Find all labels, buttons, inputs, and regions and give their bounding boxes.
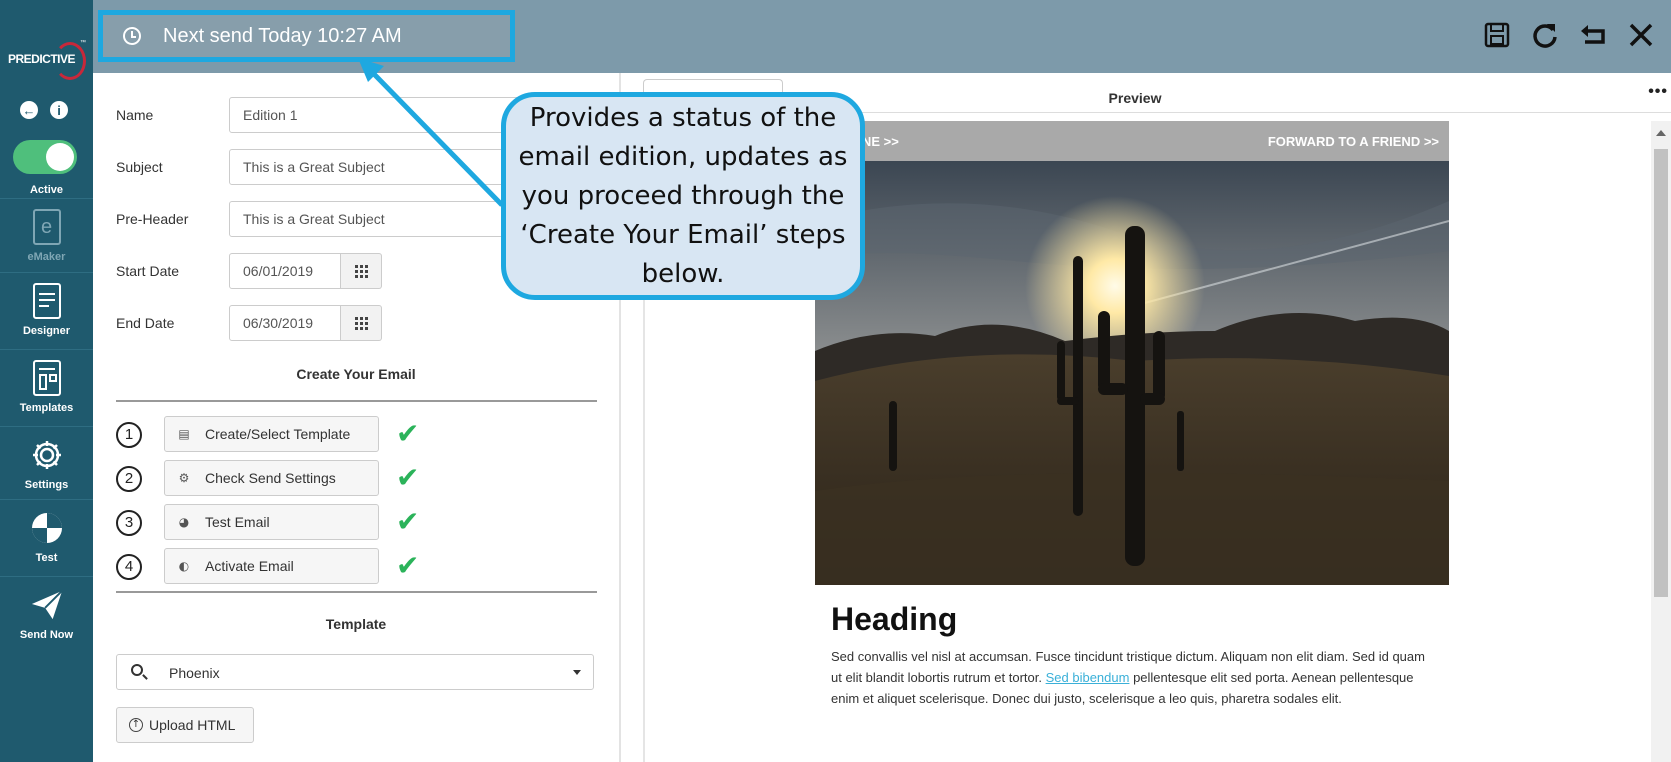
calendar-icon[interactable] [341,305,382,341]
designer-icon [32,283,61,319]
info-icon[interactable]: i [50,101,68,119]
toggle-icon: ◐ [178,559,190,573]
step-3: 3 ◕ Test Email ✔ [116,504,596,540]
start-date-field[interactable]: 06/01/2019 [229,253,341,289]
refresh-icon[interactable] [1531,20,1559,50]
preheader-label: Pre-Header [116,211,189,227]
calendar-icon[interactable] [341,253,382,289]
scroll-thumb[interactable] [1654,149,1668,597]
search-icon [131,664,143,676]
create-select-template-button[interactable]: ▤ Create/Select Template [164,416,379,452]
next-send-status: Next send Today 10:27 AM [98,10,515,62]
sidebar-item-designer[interactable]: Designer [0,272,93,346]
divider [116,400,597,402]
sidebar-item-settings[interactable]: Settings [0,426,93,496]
sidebar-item-emaker: e eMaker [0,198,93,266]
top-bar: Next send Today 10:27 AM [93,0,1671,73]
upload-icon: ↑ [129,718,143,732]
logo-ring-graphic [54,42,86,80]
sidebar-item-label: Designer [22,325,71,337]
name-label: Name [116,107,154,123]
toggle-knob [46,143,74,171]
email-content: W ONLINE >> FORWARD TO A FRIEND >> [815,121,1449,709]
check-icon: ✔ [396,417,420,450]
gear-icon [32,441,61,469]
sidebar-item-templates[interactable]: Templates [0,349,93,423]
return-icon[interactable] [1579,20,1607,50]
gear-icon: ⚙ [178,471,190,485]
step-label: Test Email [205,514,270,530]
nav-icons: ← i [20,101,68,119]
active-toggle[interactable] [13,140,77,174]
sidebar-item-test[interactable]: Test [0,499,93,573]
sidebar-item-label: Settings [24,479,69,491]
template-icon: ▤ [178,427,190,441]
forward-link[interactable]: FORWARD TO A FRIEND >> [1268,134,1439,149]
template-title: Template [325,616,387,632]
sidebar-item-label: Send Now [19,629,74,641]
templates-icon [32,360,61,396]
step-1: 1 ▤ Create/Select Template ✔ [116,416,596,452]
callout-bubble: Provides a status of the email edition, … [501,92,865,300]
end-date-label: End Date [116,315,175,331]
chevron-down-icon [573,670,581,675]
predictive-logo: PREDICTIVE ™ [6,38,88,84]
end-date-field[interactable]: 06/30/2019 [229,305,341,341]
back-arrow-icon[interactable]: ← [20,101,38,119]
sidebar-item-label: eMaker [27,251,66,263]
upload-html-button[interactable]: ↑ Upload HTML [116,707,254,743]
step-number: 3 [116,510,142,536]
active-label: Active [29,184,64,196]
email-top-links: W ONLINE >> FORWARD TO A FRIEND >> [815,121,1449,161]
template-selected-value: Phoenix [169,665,220,681]
template-select[interactable]: Phoenix [116,654,594,690]
logo-trademark: ™ [80,40,86,46]
create-email-title: Create Your Email [296,366,416,382]
email-body: Sed convallis vel nisl at accumsan. Fusc… [831,646,1433,709]
step-label: Create/Select Template [205,426,351,442]
step-number: 1 [116,422,142,448]
sidebar-item-send-now[interactable]: Send Now [0,576,93,652]
save-icon[interactable] [1483,20,1511,50]
sidebar-item-label: Test [35,552,58,564]
sidebar: PREDICTIVE ™ ← i Active e eMaker Designe… [0,0,93,762]
top-actions [1483,20,1655,50]
test-email-button[interactable]: ◕ Test Email [164,504,379,540]
activate-email-button[interactable]: ◐ Activate Email [164,548,379,584]
check-icon: ✔ [396,505,420,538]
upload-label: Upload HTML [149,717,236,733]
step-number: 4 [116,554,142,580]
more-options-icon[interactable]: ••• [1648,83,1668,101]
end-date-row: End Date 06/30/2019 [116,305,596,341]
step-4: 4 ◐ Activate Email ✔ [116,548,596,584]
start-date-label: Start Date [116,263,180,279]
scroll-up-icon[interactable] [1656,130,1666,136]
sidebar-item-label: Templates [19,402,74,414]
divider [116,591,597,593]
close-icon[interactable] [1627,20,1655,50]
next-send-text: Next send Today 10:27 AM [163,24,402,47]
step-number: 2 [116,466,142,492]
hero-image [815,161,1449,585]
emaker-icon: e [32,209,61,245]
clock-icon [123,27,141,45]
check-icon: ✔ [396,461,420,494]
preview-scrollbar[interactable] [1651,121,1671,762]
check-icon: ✔ [396,549,420,582]
step-label: Activate Email [205,558,294,574]
step-label: Check Send Settings [205,470,336,486]
body-link[interactable]: Sed bibendum [1046,670,1130,685]
paper-plane-icon [31,590,63,620]
subject-label: Subject [116,159,163,175]
check-send-settings-button[interactable]: ⚙ Check Send Settings [164,460,379,496]
email-heading: Heading [831,601,958,637]
test-icon: ◕ [178,515,190,529]
step-2: 2 ⚙ Check Send Settings ✔ [116,460,596,496]
test-icon [31,513,62,543]
